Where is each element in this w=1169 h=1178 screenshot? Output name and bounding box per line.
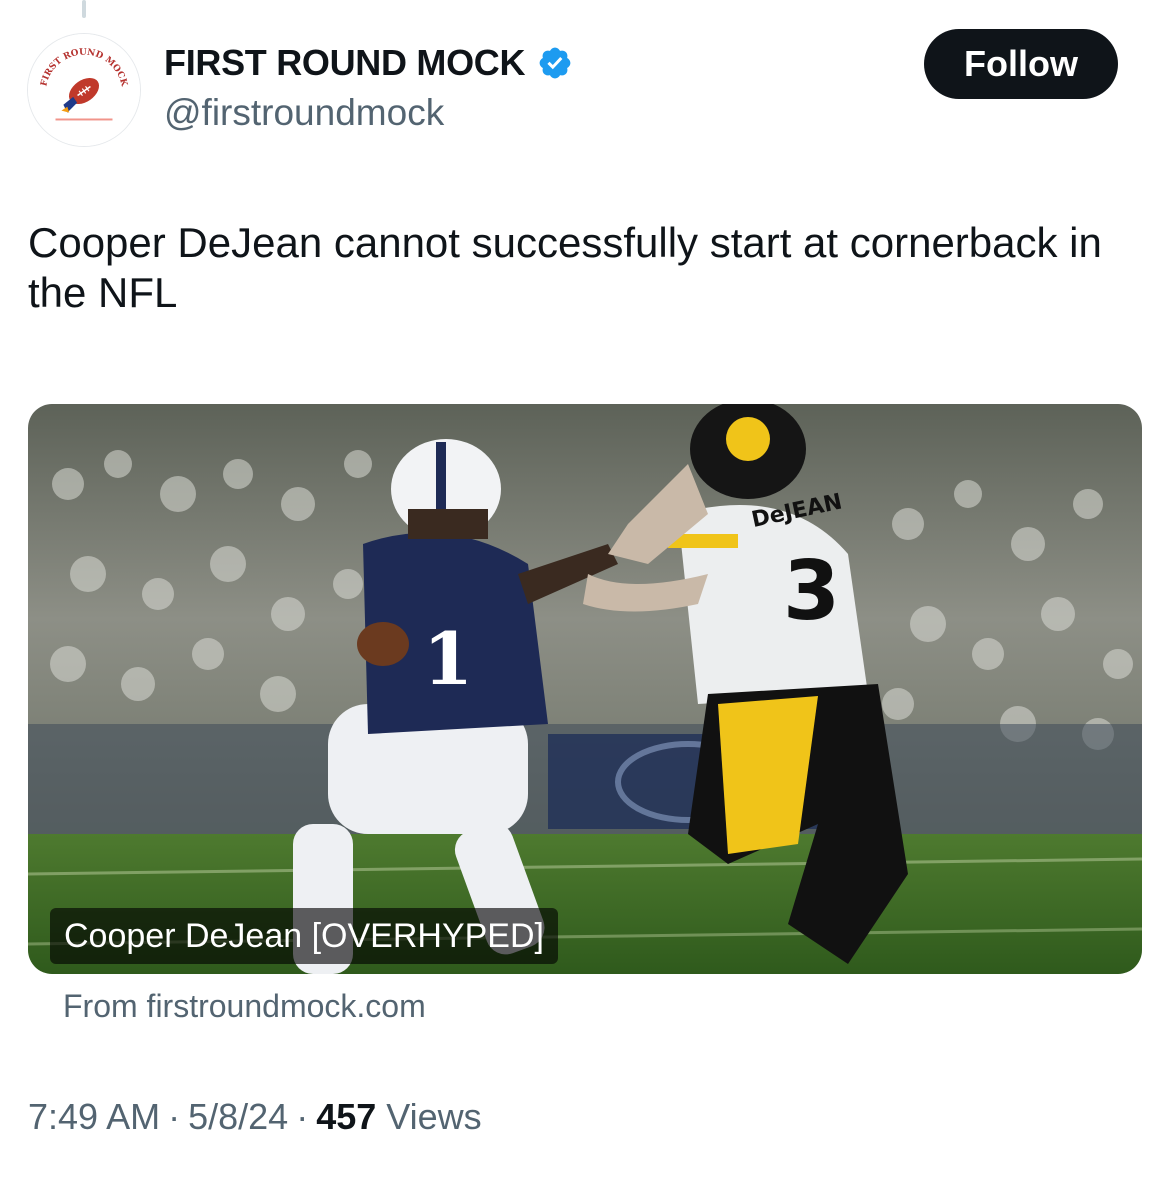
tweet-text: Cooper DeJean cannot successfully start … <box>28 219 1102 316</box>
thread-connector-line <box>82 0 86 18</box>
author-display-name[interactable]: FIRST ROUND MOCK <box>164 42 525 84</box>
link-card-title: Cooper DeJean [OVERHYPED] <box>50 908 558 964</box>
views-count[interactable]: 457 <box>316 1096 376 1138</box>
meta-separator: · <box>168 1096 181 1137</box>
author-handle[interactable]: @firstroundmock <box>164 92 444 134</box>
football-rocket-logo-icon: FIRST ROUND MOCK <box>28 34 140 146</box>
tweet-time[interactable]: 7:49 AM <box>28 1096 160 1138</box>
verified-badge-icon <box>537 45 573 81</box>
views-label: Views <box>386 1096 482 1137</box>
tweet-meta: 7:49 AM · 5/8/24 · 457 Views <box>28 1096 482 1138</box>
author-avatar[interactable]: FIRST ROUND MOCK <box>27 33 141 147</box>
tweet-date[interactable]: 5/8/24 <box>188 1096 288 1138</box>
link-card-source[interactable]: From firstroundmock.com <box>63 988 426 1025</box>
follow-button[interactable]: Follow <box>924 29 1118 99</box>
football-photo-icon: 1 3 DeJEAN <box>28 404 1142 974</box>
svg-text:3: 3 <box>783 544 840 639</box>
link-card[interactable]: 1 3 DeJEAN Cooper DeJean [OVERHYPED] <box>28 404 1142 974</box>
meta-separator: · <box>296 1096 309 1137</box>
svg-text:1: 1 <box>423 616 473 701</box>
